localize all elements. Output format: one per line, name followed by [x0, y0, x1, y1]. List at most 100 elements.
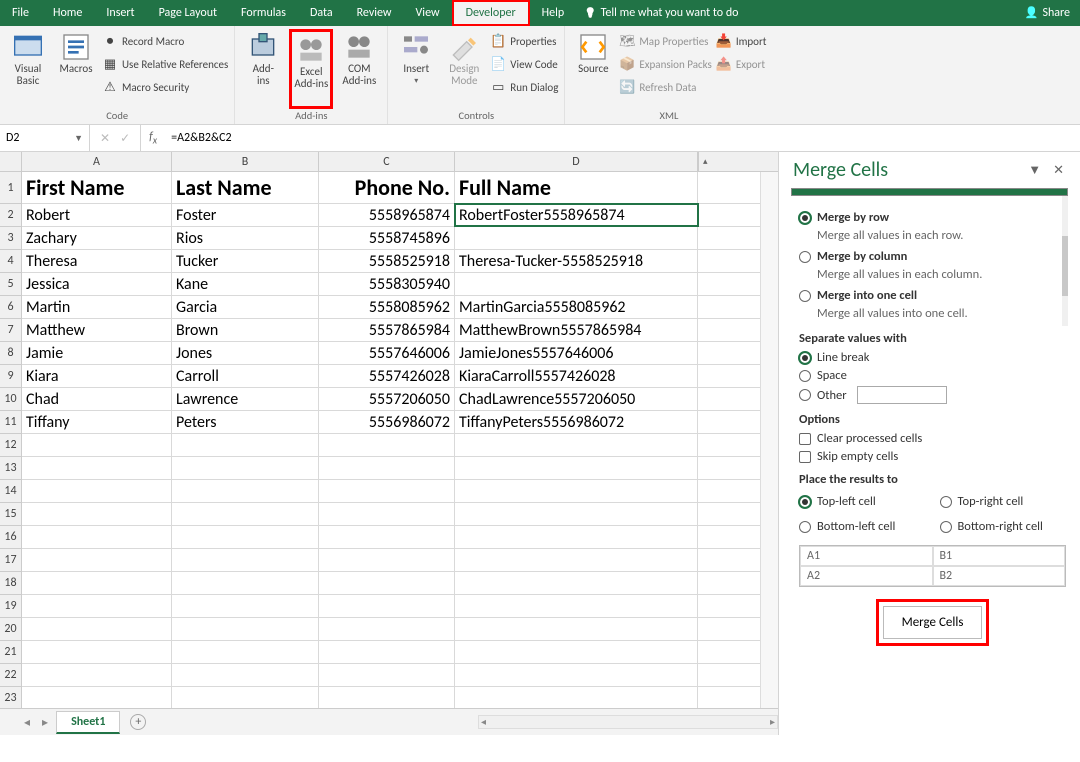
- cell[interactable]: Lawrence: [172, 388, 319, 410]
- cell[interactable]: Matthew: [22, 319, 172, 341]
- cell[interactable]: [172, 618, 319, 640]
- row-header[interactable]: 9: [0, 365, 21, 388]
- place-tl-option[interactable]: Top-left cell: [799, 494, 926, 509]
- tell-me-search[interactable]: Tell me what you want to do: [584, 6, 738, 20]
- view-code-button[interactable]: 📄View Code: [490, 54, 558, 75]
- cell[interactable]: [172, 595, 319, 617]
- cell[interactable]: [319, 549, 455, 571]
- cell[interactable]: Garcia: [172, 296, 319, 318]
- share-button[interactable]: Share: [1025, 6, 1070, 20]
- tab-page-layout[interactable]: Page Layout: [147, 0, 229, 26]
- tab-insert[interactable]: Insert: [94, 0, 146, 26]
- cancel-formula-icon[interactable]: ✕: [100, 131, 110, 146]
- cell[interactable]: [455, 503, 698, 525]
- header-cell-d[interactable]: Full Name: [455, 172, 698, 203]
- scroll-up-button[interactable]: [698, 152, 716, 171]
- row-header[interactable]: 20: [0, 618, 21, 641]
- cell[interactable]: [455, 572, 698, 594]
- cell[interactable]: [455, 687, 698, 708]
- cell[interactable]: 5558305940: [319, 273, 455, 295]
- properties-button[interactable]: 📋Properties: [490, 31, 558, 52]
- merge-by-column-option[interactable]: Merge by column: [799, 249, 1066, 264]
- horizontal-scrollbar[interactable]: [478, 715, 778, 729]
- vertical-scrollbar[interactable]: [760, 172, 778, 708]
- cell[interactable]: Foster: [172, 204, 319, 226]
- cell[interactable]: [319, 595, 455, 617]
- cell[interactable]: KiaraCarroll5557426028: [455, 365, 698, 387]
- row-header[interactable]: 4: [0, 250, 21, 273]
- cell[interactable]: [319, 457, 455, 479]
- cell[interactable]: [455, 526, 698, 548]
- cell[interactable]: [455, 457, 698, 479]
- row-header[interactable]: 3: [0, 227, 21, 250]
- cell[interactable]: [455, 480, 698, 502]
- excel-addins-button[interactable]: Excel Add-ins: [289, 29, 333, 109]
- row-header[interactable]: 16: [0, 526, 21, 549]
- row-header[interactable]: 1: [0, 172, 21, 204]
- row-header[interactable]: 15: [0, 503, 21, 526]
- refresh-data-button[interactable]: 🔄Refresh Data: [619, 77, 711, 98]
- cell[interactable]: Jessica: [22, 273, 172, 295]
- cell[interactable]: [172, 526, 319, 548]
- cell[interactable]: Jamie: [22, 342, 172, 364]
- row-header[interactable]: 8: [0, 342, 21, 365]
- row-header[interactable]: 21: [0, 641, 21, 664]
- cell[interactable]: [22, 618, 172, 640]
- result-input-b1[interactable]: B1: [933, 546, 1066, 566]
- add-sheet-button[interactable]: +: [130, 714, 146, 730]
- merge-by-row-option[interactable]: Merge by row: [799, 210, 1066, 225]
- cell[interactable]: [172, 457, 319, 479]
- cell[interactable]: 5556986072: [319, 411, 455, 433]
- fx-label[interactable]: fx: [141, 125, 165, 151]
- name-box-dropdown-icon[interactable]: ▼: [74, 133, 83, 144]
- addins-button[interactable]: Add- ins: [241, 29, 285, 109]
- expansion-packs-button[interactable]: 📦Expansion Packs: [619, 54, 711, 75]
- sheet-nav-prev[interactable]: ◂: [20, 715, 34, 730]
- cell[interactable]: [172, 641, 319, 663]
- sheet-tab-active[interactable]: Sheet1: [56, 711, 120, 734]
- tab-view[interactable]: View: [404, 0, 452, 26]
- merge-cells-button[interactable]: Merge Cells: [883, 606, 983, 639]
- import-button[interactable]: 📥Import: [716, 31, 767, 52]
- cell[interactable]: Theresa: [22, 250, 172, 272]
- cell[interactable]: 5558085962: [319, 296, 455, 318]
- cell[interactable]: Kane: [172, 273, 319, 295]
- sep-line-break-option[interactable]: Line break: [799, 350, 1066, 365]
- cell[interactable]: [455, 641, 698, 663]
- row-header[interactable]: 7: [0, 319, 21, 342]
- row-header[interactable]: 19: [0, 595, 21, 618]
- map-properties-button[interactable]: 🗺Map Properties: [619, 31, 711, 52]
- row-header[interactable]: 23: [0, 687, 21, 708]
- cell[interactable]: 5557426028: [319, 365, 455, 387]
- design-mode-button[interactable]: Design Mode: [442, 29, 486, 109]
- row-header[interactable]: 13: [0, 457, 21, 480]
- header-cell-b[interactable]: Last Name: [172, 172, 319, 203]
- header-cell-c[interactable]: Phone No.: [319, 172, 455, 203]
- cell[interactable]: RobertFoster5558965874: [455, 204, 698, 226]
- name-box[interactable]: D2 ▼: [0, 125, 90, 151]
- cell[interactable]: [22, 641, 172, 663]
- cell[interactable]: ChadLawrence5557206050: [455, 388, 698, 410]
- cell[interactable]: JamieJones5557646006: [455, 342, 698, 364]
- cell[interactable]: [319, 503, 455, 525]
- cell[interactable]: Peters: [172, 411, 319, 433]
- cell[interactable]: Jones: [172, 342, 319, 364]
- row-header[interactable]: 12: [0, 434, 21, 457]
- use-relative-button[interactable]: ▦Use Relative References: [102, 54, 228, 75]
- cell[interactable]: [22, 503, 172, 525]
- cell[interactable]: [319, 664, 455, 686]
- cell[interactable]: [172, 549, 319, 571]
- cell[interactable]: [319, 687, 455, 708]
- cell[interactable]: [172, 572, 319, 594]
- cell[interactable]: [22, 664, 172, 686]
- cell[interactable]: MatthewBrown5557865984: [455, 319, 698, 341]
- cell[interactable]: [455, 273, 698, 295]
- cell[interactable]: 5557646006: [319, 342, 455, 364]
- row-header[interactable]: 2: [0, 204, 21, 227]
- result-input-a2[interactable]: A2: [800, 566, 933, 586]
- cell[interactable]: [455, 664, 698, 686]
- cell[interactable]: [22, 549, 172, 571]
- place-tr-option[interactable]: Top-right cell: [940, 494, 1067, 509]
- cell[interactable]: [319, 618, 455, 640]
- record-macro-button[interactable]: ⏺Record Macro: [102, 31, 228, 52]
